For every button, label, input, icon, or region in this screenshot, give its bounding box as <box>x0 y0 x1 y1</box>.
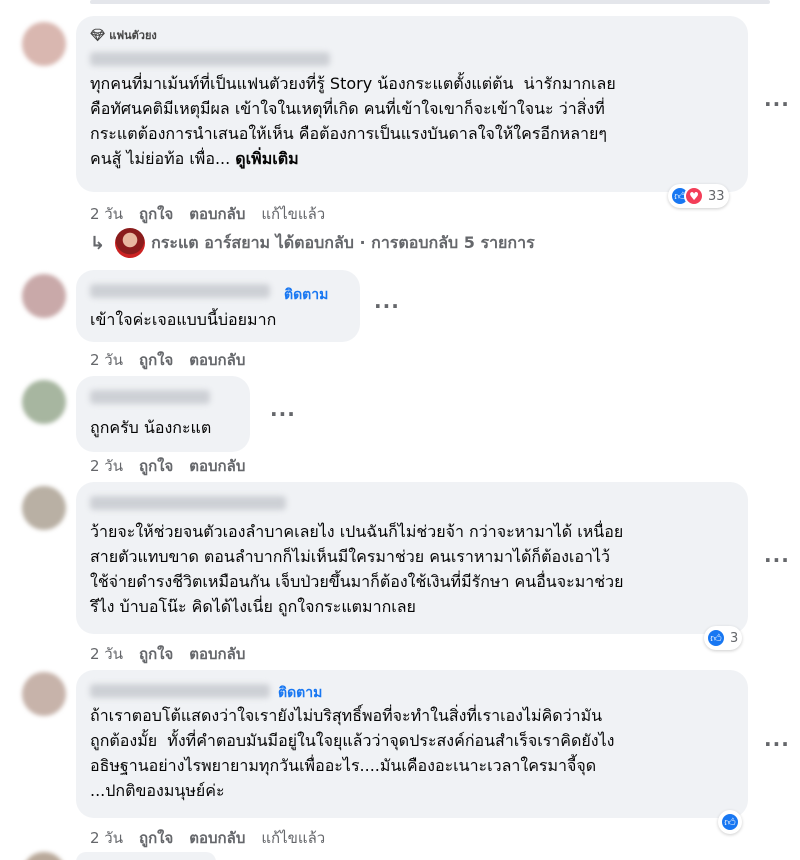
reply-thread-link[interactable]: ↳ กระแต อาร์สยาม ได้ตอบกลับ · การตอบกลับ… <box>90 228 535 258</box>
more-dots-icon[interactable]: ··· <box>764 548 790 572</box>
reaction-count: 3 <box>730 630 739 646</box>
previous-comment-edge <box>90 0 770 4</box>
comment-actions: 2 วัน ถูกใจ ตอบกลับ <box>90 454 245 478</box>
comment-actions: 2 วัน ถูกใจ ตอบกลับ <box>90 642 245 666</box>
reaction-summary[interactable]: 👍︎ <box>718 810 742 834</box>
love-reaction-icon: ♥ <box>684 186 704 206</box>
comment-text: ว้ายจะให้ช่วยจนตัวเองลำบาคเลยไง เปนฉันก็… <box>90 522 624 616</box>
commenter-name[interactable] <box>90 283 270 298</box>
commenter-name[interactable] <box>90 683 270 698</box>
like-button[interactable]: ถูกใจ <box>139 348 173 372</box>
comment-bubble: 💎︎ แฟนตัวยง ทุกคนที่มาเม้นท์ที่เป็นแฟนตั… <box>76 16 748 192</box>
avatar[interactable] <box>22 672 66 716</box>
like-button[interactable]: ถูกใจ <box>139 642 173 666</box>
more-dots-icon[interactable]: ··· <box>764 92 790 116</box>
comment-bubble <box>76 852 216 860</box>
avatar[interactable] <box>22 486 66 530</box>
avatar[interactable] <box>22 274 66 318</box>
like-reaction-icon: 👍︎ <box>706 628 726 648</box>
comment-bubble: ถูกครับ น้องกะแต <box>76 376 250 452</box>
reaction-count: 33 <box>708 188 725 204</box>
comment-actions: 2 วัน ถูกใจ ตอบกลับ <box>90 348 245 372</box>
comment-bubble: ติดตาม เข้าใจค่ะเจอแบบนี้บ่อยมาก <box>76 270 360 342</box>
like-button[interactable]: ถูกใจ <box>139 454 173 478</box>
comment-text: ทุกคนที่มาเม้นท์ที่เป็นแฟนตัวยงที่รู้ St… <box>90 74 616 168</box>
like-button[interactable]: ถูกใจ <box>139 202 173 226</box>
avatar[interactable] <box>22 380 66 424</box>
avatar[interactable] <box>22 22 66 66</box>
edited-label: แก้ไขแล้ว <box>261 829 326 847</box>
avatar <box>115 228 146 258</box>
reply-button[interactable]: ตอบกลับ <box>189 202 245 226</box>
edited-label: แก้ไขแล้ว <box>261 205 326 223</box>
reaction-summary[interactable]: 👍︎ ♥ 33 <box>668 184 729 208</box>
comment-time[interactable]: 2 วัน <box>90 202 123 226</box>
comment-text: ถ้าเราตอบโต้แสดงว่าใจเรายังไม่บริสุทธิ์พ… <box>90 706 615 800</box>
comment-text: เข้าใจค่ะเจอแบบนี้บ่อยมาก <box>90 310 277 329</box>
comment-actions: 2 วัน ถูกใจ ตอบกลับ แก้ไขแล้ว <box>90 202 325 226</box>
comment-time[interactable]: 2 วัน <box>90 642 123 666</box>
reaction-summary[interactable]: 👍︎ 3 <box>704 626 743 650</box>
badge-label: แฟนตัวยง <box>109 29 157 42</box>
commenter-name[interactable] <box>90 389 210 404</box>
follow-link[interactable]: ติดตาม <box>278 682 322 704</box>
comment-bubble: ติดตาม ถ้าเราตอบโต้แสดงว่าใจเรายังไม่บริ… <box>76 670 748 818</box>
comment-time[interactable]: 2 วัน <box>90 454 123 478</box>
reply-thread-text: กระแต อาร์สยาม ได้ตอบกลับ · การตอบกลับ 5… <box>151 232 535 252</box>
comment-actions: 2 วัน ถูกใจ ตอบกลับ แก้ไขแล้ว <box>90 826 325 850</box>
diamond-badge-icon: 💎︎ <box>90 28 106 42</box>
reply-button[interactable]: ตอบกลับ <box>189 348 245 372</box>
comment-text: ถูกครับ น้องกะแต <box>90 418 212 437</box>
reply-arrow-icon: ↳ <box>90 232 106 254</box>
reply-button[interactable]: ตอบกลับ <box>189 454 245 478</box>
comment-bubble: ว้ายจะให้ช่วยจนตัวเองลำบาคเลยไง เปนฉันก็… <box>76 482 748 634</box>
comment-time[interactable]: 2 วัน <box>90 826 123 850</box>
more-dots-icon[interactable]: ··· <box>374 294 400 318</box>
commenter-name[interactable] <box>90 495 286 510</box>
see-more-link[interactable]: ดูเพิ่มเติม <box>235 149 298 168</box>
follow-link[interactable]: ติดตาม <box>284 284 328 306</box>
comment-time[interactable]: 2 วัน <box>90 348 123 372</box>
more-dots-icon[interactable]: ··· <box>270 402 296 426</box>
top-fan-badge: 💎︎ แฟนตัวยง <box>90 26 734 44</box>
like-reaction-icon: 👍︎ <box>720 812 740 832</box>
like-button[interactable]: ถูกใจ <box>139 826 173 850</box>
reply-button[interactable]: ตอบกลับ <box>189 826 245 850</box>
commenter-name[interactable] <box>90 51 330 66</box>
reply-button[interactable]: ตอบกลับ <box>189 642 245 666</box>
avatar[interactable] <box>22 852 66 860</box>
more-dots-icon[interactable]: ··· <box>764 732 790 756</box>
